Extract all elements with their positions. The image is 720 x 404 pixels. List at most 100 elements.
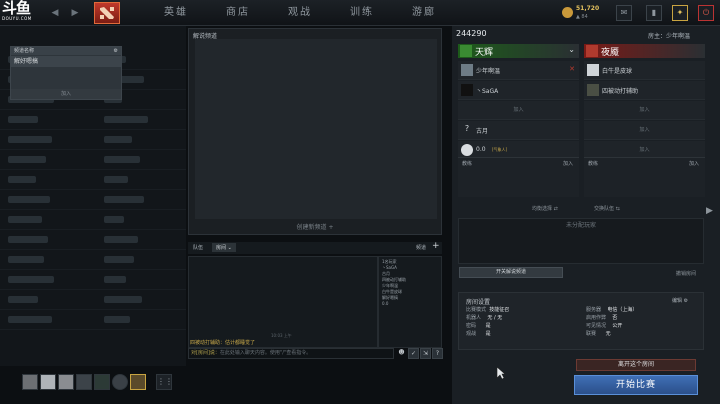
list-item	[0, 290, 186, 310]
unassigned-label: 未分配玩家	[565, 222, 596, 229]
lobby-host: 房主：少年啊温	[648, 33, 691, 40]
hero-portrait[interactable]	[22, 374, 38, 390]
channel-list-header: 频道名称 ⚙	[11, 47, 121, 55]
balance-teams-button[interactable]: 均衡选择 ⇄	[532, 205, 558, 212]
dire-slot-4[interactable]: 加入	[584, 121, 705, 140]
shards-icon	[562, 7, 573, 18]
lobby-id: 244290	[456, 29, 487, 38]
chat-message: 四被动打辅助：估计都睡觉了	[190, 340, 256, 346]
dire-team-name: 夜魇	[601, 48, 620, 58]
setting-server: 服务器 电信（上海）	[586, 307, 638, 313]
back-arrow-icon[interactable]: ◀	[48, 6, 62, 20]
leave-lobby-button[interactable]: 离开这个房间	[576, 359, 696, 371]
list-item	[0, 250, 186, 270]
chat-user[interactable]: 0.0	[382, 301, 438, 307]
list-item	[0, 150, 186, 170]
chat-confirm-icon[interactable]: ✓	[408, 348, 419, 359]
shards-amount: 51,720	[576, 5, 600, 12]
create-channel-button[interactable]: 创建新频道 +	[188, 222, 442, 234]
dire-slot-3[interactable]: 加入	[584, 101, 705, 120]
douyu-url: DOUYU.COM	[2, 16, 32, 21]
tab-store[interactable]: 商店	[208, 0, 268, 26]
dire-slot-1[interactable]: 白牛是皮球	[584, 61, 705, 80]
list-item	[0, 110, 186, 130]
tab-learn[interactable]: 训练	[332, 0, 392, 26]
create-channel-label: 创建新频道	[296, 224, 327, 231]
toggle-commentary-channel-button[interactable]: 开关解说频道	[459, 267, 563, 278]
douyu-logo-text: 斗鱼	[2, 0, 31, 17]
setting-league: 联赛 无	[586, 331, 611, 337]
radiant-team-name: 天辉	[475, 48, 494, 58]
channel-row[interactable]: 解好嗯搞	[11, 56, 121, 67]
setting-mode: 比赛模式 技能征召	[466, 307, 510, 313]
rank-medal-icon[interactable]	[130, 374, 146, 390]
target-icon[interactable]	[112, 374, 128, 390]
chat-popout-icon[interactable]: ⇲	[420, 348, 431, 359]
plus-icon: +	[328, 224, 334, 231]
settings-gear-icon[interactable]: ⚙	[114, 47, 118, 55]
grid-menu-icon[interactable]: ⋮⋮	[156, 374, 173, 390]
list-item	[0, 310, 186, 330]
shuffle-icon: ⇄	[553, 206, 558, 212]
chat-tab-room[interactable]: 房间 ⌄	[212, 243, 236, 252]
tab-arcade[interactable]: 游廊	[394, 0, 454, 26]
chevron-down-icon[interactable]: ⌄	[568, 45, 575, 54]
swap-teams-button[interactable]: 交换队伍 ⇆	[594, 205, 620, 212]
dota-logo-icon	[100, 7, 114, 19]
kick-icon[interactable]: ✕	[569, 65, 575, 73]
forward-arrow-icon[interactable]: ▶	[68, 6, 82, 20]
power-icon[interactable]: ⏻	[698, 5, 714, 21]
shards-balance[interactable]: 51,720 ▲ 84	[560, 3, 608, 23]
hero-portrait[interactable]	[58, 374, 74, 390]
lobby-settings	[458, 292, 704, 350]
chat-help-icon[interactable]: ?	[432, 348, 443, 359]
list-item	[0, 190, 186, 210]
commentary-channel-panel: 解说频道	[188, 28, 442, 235]
dire-team-header[interactable]: 夜魇	[584, 44, 705, 58]
expand-arrow-icon[interactable]: ▶	[706, 206, 713, 216]
start-game-button[interactable]: 开始比赛	[574, 375, 698, 395]
dire-coach-slot[interactable]: 教练 加入	[584, 157, 705, 197]
inventory-icon[interactable]: ▮	[646, 5, 662, 21]
setting-visibility: 可见情况 公开	[586, 323, 623, 329]
list-item	[0, 230, 186, 250]
edit-settings-button[interactable]: 编辑 ⚙	[672, 297, 688, 304]
dire-slot-2[interactable]: 四被动打辅助	[584, 81, 705, 100]
radiant-slot-3[interactable]: 加入	[458, 101, 579, 120]
cancel-lobby-link[interactable]: 撤销房间	[676, 270, 696, 277]
chat-input[interactable]: 对[房间]说：在此处输入聊天内容。使用"/"查看指令。	[188, 348, 394, 359]
gear-icon: ⚙	[683, 298, 689, 304]
chat-user-list: 1名玩家 丶SaGA 古月 四被动打辅助 少年啊温 白牛是皮球 解好嗯搞 0.0	[378, 256, 442, 348]
radiant-slot-2[interactable]: 丶SaGA	[458, 81, 579, 100]
add-chat-tab-icon[interactable]: +	[432, 241, 440, 251]
hero-portrait[interactable]	[76, 374, 92, 390]
player-tag: [气象人]	[492, 147, 508, 152]
settings-title: 房间设置	[466, 299, 491, 306]
level-badge-icon[interactable]: ✦	[672, 5, 688, 21]
emoticon-icon[interactable]: ☻	[396, 348, 407, 359]
channel-panel-body	[195, 39, 437, 219]
radiant-team-header[interactable]: 天辉 ⌄	[458, 44, 579, 58]
list-item	[0, 270, 186, 290]
channel-list: 频道名称 ⚙ 解好嗯搞 加入	[10, 46, 122, 100]
setting-bots: 机器人 无 / 无	[466, 315, 503, 321]
radiant-slot-4[interactable]: ? 古月	[458, 121, 579, 140]
tab-watch[interactable]: 观战	[270, 0, 330, 26]
douyu-watermark: 斗鱼 DOUYU.COM	[2, 1, 42, 25]
hero-portrait[interactable]	[40, 374, 56, 390]
list-item	[0, 210, 186, 230]
radiant-slot-1[interactable]: 少年啊温 ✕	[458, 61, 579, 80]
list-item	[0, 170, 186, 190]
chat-tab-channels[interactable]: 频道	[416, 244, 426, 251]
dota-home-button[interactable]	[94, 2, 120, 24]
chat-input-prefix: 对[房间]说：	[191, 350, 220, 356]
chat-timestamp: 10:03 上午	[271, 333, 292, 338]
channel-join-button[interactable]: 加入	[11, 89, 121, 99]
chat-messages: 10:03 上午	[188, 256, 378, 348]
mail-icon[interactable]: ✉	[616, 5, 632, 21]
chat-tab-bar: 队伍 房间 ⌄ 频道 +	[188, 241, 442, 254]
chat-tab-team[interactable]: 队伍	[193, 244, 203, 251]
radiant-coach-slot[interactable]: 教练 加入	[458, 157, 579, 197]
tab-heroes[interactable]: 英雄	[146, 0, 206, 26]
hero-portrait[interactable]	[94, 374, 110, 390]
